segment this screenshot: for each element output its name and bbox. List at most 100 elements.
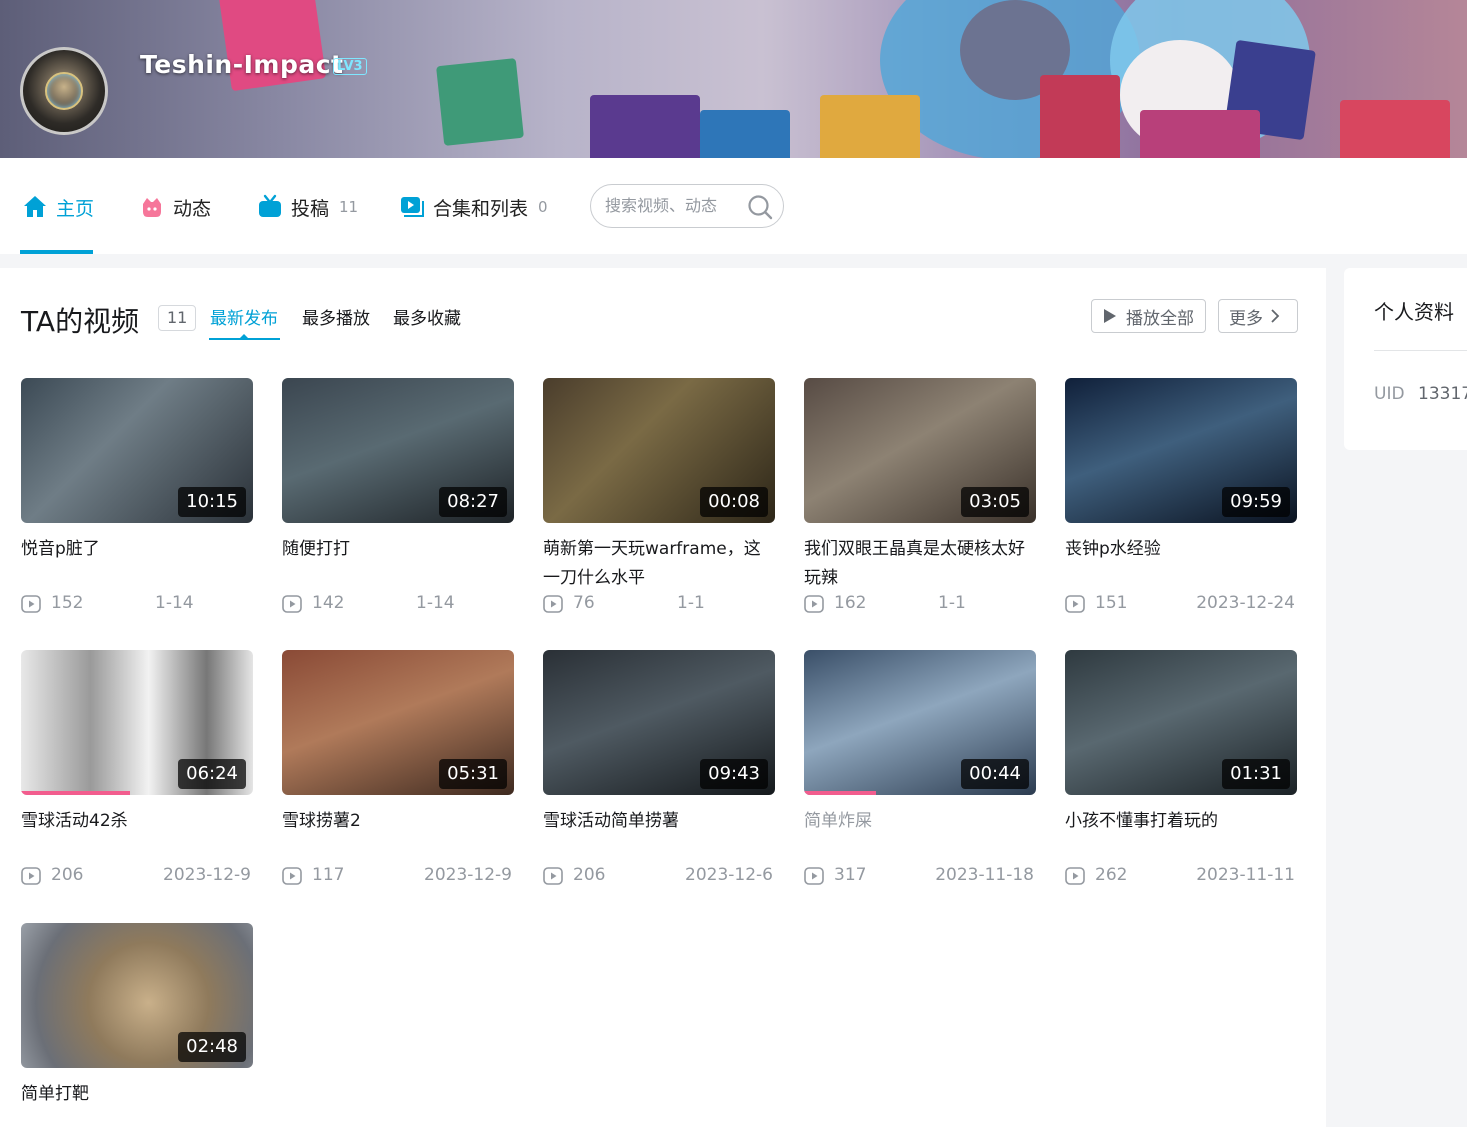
video-date: 2023-11-11: [1196, 865, 1295, 885]
video-views: 206: [573, 865, 606, 885]
video-card[interactable]: 00:08 萌新第一天玩warframe，这一刀什么水平 76 1-1: [543, 378, 775, 617]
tab-home[interactable]: 主页: [22, 192, 94, 222]
video-card[interactable]: 01:31 小孩不懂事打着玩的 262 2023-11-11: [1065, 650, 1297, 889]
video-title[interactable]: 萌新第一天玩warframe，这一刀什么水平: [543, 535, 775, 593]
divider: [1374, 350, 1467, 351]
more-button[interactable]: 更多: [1218, 299, 1298, 333]
video-meta: 262 2023-11-11: [1065, 865, 1297, 889]
play-all-button[interactable]: 播放全部: [1091, 299, 1206, 333]
video-date: 2023-12-24: [1196, 593, 1295, 613]
video-title[interactable]: 雪球捞薯2: [282, 807, 514, 865]
sort-tab-most-played[interactable]: 最多播放: [302, 304, 370, 329]
tab-collections[interactable]: 合集和列表 0: [399, 192, 548, 222]
uid-value: 13317: [1418, 384, 1467, 404]
video-title[interactable]: 简单打靶: [21, 1080, 253, 1127]
video-card[interactable]: 09:59 丧钟p水经验 151 2023-12-24: [1065, 378, 1297, 617]
profile-info-title: 个人资料: [1374, 300, 1454, 324]
more-label: 更多: [1229, 308, 1263, 329]
video-card[interactable]: 05:31 雪球捞薯2 117 2023-12-9: [282, 650, 514, 889]
search-input[interactable]: [605, 196, 733, 215]
video-meta: 206 2023-12-6: [543, 865, 775, 889]
video-thumbnail[interactable]: 09:43: [543, 650, 775, 795]
video-thumbnail[interactable]: 02:48: [21, 923, 253, 1068]
video-title[interactable]: 雪球活动42杀: [21, 807, 253, 865]
tab-uploads[interactable]: 投稿 11: [257, 192, 358, 222]
video-card[interactable]: 10:15 悦音p脏了 152 1-14: [21, 378, 253, 617]
video-meta: 151 2023-12-24: [1065, 593, 1297, 617]
play-count-icon: [1065, 867, 1085, 885]
watch-progress-bar: [804, 791, 876, 795]
video-card[interactable]: 00:44 简单炸屎 317 2023-11-18: [804, 650, 1036, 889]
video-duration: 09:59: [1222, 487, 1290, 517]
search-box: [590, 184, 784, 228]
dynamic-icon: [143, 198, 161, 217]
video-views: 142: [312, 593, 345, 613]
video-thumbnail[interactable]: 05:31: [282, 650, 514, 795]
video-thumbnail[interactable]: 00:44: [804, 650, 1036, 795]
video-thumbnail[interactable]: 01:31: [1065, 650, 1297, 795]
video-card[interactable]: 06:24 雪球活动42杀 206 2023-12-9: [21, 650, 253, 889]
video-title[interactable]: 丧钟p水经验: [1065, 535, 1297, 593]
video-date: 2023-11-18: [935, 865, 1034, 885]
chevron-right-icon: [1271, 309, 1280, 323]
video-card[interactable]: 08:27 随便打打 142 1-14: [282, 378, 514, 617]
banner-art: [820, 95, 920, 158]
video-meta: 76 1-1: [543, 593, 775, 617]
video-thumbnail[interactable]: 10:15: [21, 378, 253, 523]
banner-art: [436, 58, 524, 146]
video-title[interactable]: 悦音p脏了: [21, 535, 253, 593]
video-thumbnail[interactable]: 03:05: [804, 378, 1036, 523]
video-views: 76: [573, 593, 595, 613]
video-thumbnail[interactable]: 06:24: [21, 650, 253, 795]
video-duration: 08:27: [439, 487, 507, 517]
tv-icon: [259, 194, 281, 217]
play-count-icon: [282, 595, 302, 613]
avatar[interactable]: [20, 47, 108, 135]
video-thumbnail[interactable]: 08:27: [282, 378, 514, 523]
video-views: 151: [1095, 593, 1128, 613]
video-card[interactable]: 03:05 我们双眼王晶真是太硬核太好玩辣 162 1-1: [804, 378, 1036, 617]
sort-tab-latest[interactable]: 最新发布: [210, 304, 278, 329]
tab-home-label: 主页: [56, 197, 95, 220]
profile-info-card: 个人资料 UID 13317: [1344, 268, 1467, 450]
sort-tab-indicator: [209, 334, 280, 340]
uid-label: UID: [1374, 384, 1405, 404]
video-views: 317: [834, 865, 867, 885]
home-icon: [24, 196, 46, 217]
video-meta: 162 1-1: [804, 593, 1036, 617]
search-icon[interactable]: [747, 194, 773, 220]
tab-dynamic[interactable]: 动态: [139, 192, 211, 222]
video-card[interactable]: 09:43 雪球活动简单捞薯 206 2023-12-6: [543, 650, 775, 889]
video-date: 2023-12-6: [685, 865, 773, 885]
video-title[interactable]: 随便打打: [282, 535, 514, 593]
play-count-icon: [1065, 595, 1085, 613]
banner-art: [590, 95, 700, 158]
tab-collections-count: 0: [538, 198, 548, 216]
video-views: 262: [1095, 865, 1128, 885]
banner-art: [700, 110, 790, 158]
video-title[interactable]: 简单炸屎: [804, 807, 1036, 865]
section-title: TA的视频: [21, 305, 140, 338]
section-count: 11: [158, 305, 197, 331]
sort-tab-most-favorited[interactable]: 最多收藏: [393, 304, 461, 329]
video-duration: 03:05: [961, 487, 1029, 517]
video-date: 1-14: [416, 593, 455, 613]
play-count-icon: [543, 867, 563, 885]
play-count-icon: [804, 595, 824, 613]
video-card[interactable]: 02:48 简单打靶: [21, 923, 253, 1127]
video-title[interactable]: 雪球活动简单捞薯: [543, 807, 775, 865]
video-thumbnail[interactable]: 09:59: [1065, 378, 1297, 523]
video-meta: 117 2023-12-9: [282, 865, 514, 889]
video-duration: 00:08: [700, 487, 768, 517]
video-duration: 02:48: [178, 1032, 246, 1062]
video-meta: 142 1-14: [282, 593, 514, 617]
play-count-icon: [543, 595, 563, 613]
video-views: 162: [834, 593, 867, 613]
video-title[interactable]: 小孩不懂事打着玩的: [1065, 807, 1297, 865]
video-title[interactable]: 我们双眼王晶真是太硬核太好玩辣: [804, 535, 1036, 593]
play-all-label: 播放全部: [1126, 308, 1194, 329]
tab-dynamic-label: 动态: [173, 197, 212, 220]
videos-panel: TA的视频 11 最新发布 最多播放 最多收藏 播放全部 更多 10:15 悦音p…: [0, 268, 1326, 1127]
video-thumbnail[interactable]: 00:08: [543, 378, 775, 523]
banner-art: [1340, 100, 1450, 158]
